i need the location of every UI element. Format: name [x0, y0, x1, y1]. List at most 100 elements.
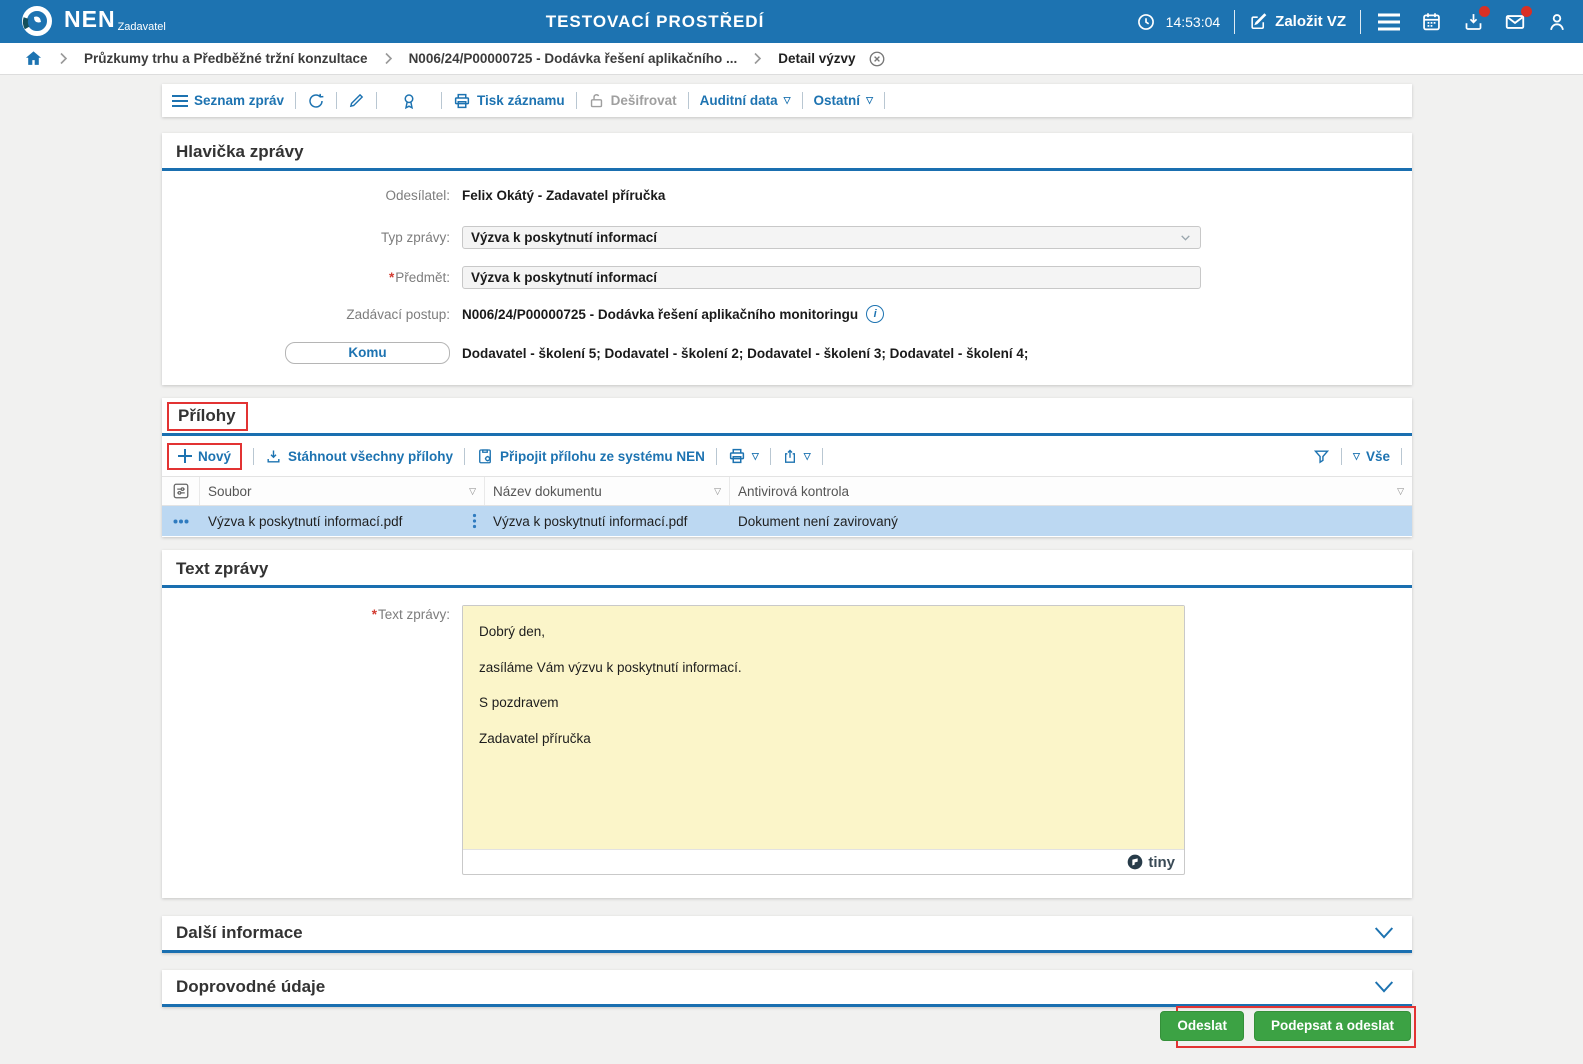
dalsi-informace-section: Další informace	[162, 916, 1412, 953]
app-header: NEN Zadavatel TESTOVACÍ PROSTŘEDÍ 14:53:…	[0, 0, 1583, 43]
field-odesilatel: Odesílatel: Felix Okátý - Zadavatel přír…	[385, 188, 666, 203]
inbox-downloads-icon[interactable]	[1459, 5, 1490, 36]
section-rule	[162, 950, 1412, 953]
view-filter-vse[interactable]: ▽ Vše	[1353, 449, 1390, 464]
clipboard-gear-icon	[476, 447, 494, 465]
home-icon[interactable]	[24, 49, 43, 68]
cell-nazev: Výzva k poskytnutí informací.pdf	[493, 513, 688, 529]
nen-logo[interactable]: NEN Zadavatel	[20, 4, 166, 38]
typ-zpravy-select[interactable]: Výzva k poskytnutí informací	[462, 226, 1201, 249]
plus-icon	[178, 449, 192, 463]
toolbar-divider	[883, 92, 885, 109]
calendar-icon[interactable]	[1417, 8, 1445, 36]
list-icon	[172, 94, 188, 107]
section-rule	[162, 168, 1412, 171]
odesilatel-value: Felix Okátý - Zadavatel příručka	[462, 188, 666, 203]
decrypt-button[interactable]: Dešifrovat	[588, 92, 677, 109]
attachment-row[interactable]: Výzva k poskytnutí informací.pdf Výzva k…	[162, 506, 1412, 536]
attachments-section: Přílohy Nový Stáhnout všechny přílohy Př…	[162, 398, 1412, 537]
dropdown-triangle-icon: ▽	[1353, 450, 1360, 461]
nen-logo-icon	[20, 4, 54, 38]
toolbar-divider	[336, 92, 338, 109]
notification-badge	[1479, 5, 1490, 17]
download-all-attachments-button[interactable]: Stáhnout všechny přílohy	[265, 448, 453, 465]
dalsi-informace-header[interactable]: Další informace	[162, 916, 1412, 950]
cell-soubor: Výzva k poskytnutí informací.pdf	[200, 506, 485, 536]
column-filter-icon[interactable]: ▽	[1397, 486, 1404, 496]
ostatni-menu[interactable]: Ostatní ▽	[814, 93, 873, 108]
environment-title: TESTOVACÍ PROSTŘEDÍ	[545, 12, 765, 31]
field-komu: Komu Dodavatel - školení 5; Dodavatel - …	[162, 342, 1412, 364]
edit-icon[interactable]	[348, 92, 365, 109]
certificate-icon[interactable]	[400, 92, 418, 110]
message-text-section: Text zprávy *Text zprávy: Dobrý den, zas…	[162, 550, 1412, 898]
editor-footer: tiny	[463, 849, 1184, 874]
toolbar-divider	[575, 92, 577, 109]
mail-icon[interactable]	[1501, 5, 1532, 36]
audit-data-menu[interactable]: Auditní data ▽	[700, 93, 791, 108]
column-filter-icon[interactable]: ▽	[714, 486, 721, 496]
dropdown-triangle-icon: ▽	[783, 95, 791, 105]
komu-button[interactable]: Komu	[285, 342, 450, 364]
print-attachments-menu[interactable]: ▽	[728, 447, 759, 465]
chevron-down-icon[interactable]	[1374, 980, 1394, 994]
attachments-table-header: Soubor ▽ Název dokumentu ▽ Antivirová ko…	[162, 476, 1412, 506]
toolbar-divider	[1401, 447, 1402, 465]
share-icon	[782, 448, 798, 465]
brand-subtitle: Zadavatel	[117, 21, 166, 33]
info-icon[interactable]: i	[866, 305, 885, 323]
breadcrumb: Průzkumy trhu a Předběžné tržní konzulta…	[0, 43, 1583, 75]
toolbar-divider	[253, 447, 255, 465]
printer-icon	[728, 447, 746, 465]
message-toolbar: Seznam zpráv Tisk záznamu Dešifrovat Aud…	[162, 84, 1412, 117]
field-zadavaci-postup: Zadávací postup: N006/24/P00000725 - Dod…	[162, 305, 1412, 323]
filter-icon[interactable]	[1313, 448, 1330, 465]
tiny-logo-icon	[1127, 854, 1143, 870]
seznam-zprav-button[interactable]: Seznam zpráv	[172, 93, 284, 108]
toolbar-divider	[376, 92, 378, 109]
column-settings-icon[interactable]	[162, 477, 200, 505]
breadcrumb-item-pruzkumy[interactable]: Průzkumy trhu a Předběžné tržní konzulta…	[84, 51, 368, 66]
new-attachment-button[interactable]: Nový	[167, 442, 243, 470]
column-filter-icon[interactable]: ▽	[469, 486, 476, 496]
chevron-down-icon	[1179, 231, 1192, 244]
podepsat-a-odeslat-button[interactable]: Podepsat a odeslat	[1253, 1011, 1411, 1041]
create-vz-button[interactable]: Založit VZ	[1249, 12, 1346, 31]
chevron-down-icon[interactable]	[1374, 926, 1394, 940]
field-typ-zpravy: Typ zprávy: Výzva k poskytnutí informací	[162, 226, 1412, 249]
section-rule	[162, 585, 1412, 588]
dropdown-triangle-icon: ▽	[803, 450, 811, 461]
menu-icon[interactable]	[1375, 8, 1403, 36]
message-header-section: Hlavička zprávy Odesílatel: Felix Okátý …	[162, 133, 1412, 385]
doprovodne-udaje-header[interactable]: Doprovodné údaje	[162, 970, 1412, 1004]
toolbar-divider	[687, 92, 689, 109]
print-record-button[interactable]: Tisk záznamu	[453, 92, 565, 110]
predmet-input[interactable]	[462, 266, 1201, 289]
breadcrumb-item-detail-vyzvy: Detail výzvy	[778, 51, 856, 66]
printer-icon	[453, 92, 471, 110]
field-predmet: *Předmět:	[162, 266, 1412, 289]
toolbar-divider	[464, 447, 466, 465]
chevron-right-icon	[384, 52, 393, 65]
attach-from-nen-button[interactable]: Připojit přílohu ze systému NEN	[476, 447, 705, 465]
section-title-hlavicka: Hlavička zprávy	[176, 142, 304, 161]
odeslat-button[interactable]: Odeslat	[1160, 1011, 1244, 1041]
column-header-soubor[interactable]: Soubor ▽	[200, 477, 485, 505]
export-attachments-menu[interactable]: ▽	[782, 448, 811, 465]
tiny-brand[interactable]: tiny	[1148, 854, 1175, 871]
message-text-input[interactable]: Dobrý den, zasíláme Vám výzvu k poskytnu…	[463, 606, 1184, 849]
refresh-icon[interactable]	[307, 92, 325, 110]
download-icon	[265, 448, 282, 465]
breadcrumb-item-procedure[interactable]: N006/24/P00000725 - Dodávka řešení aplik…	[409, 51, 738, 66]
dropdown-triangle-icon: ▽	[751, 450, 759, 461]
column-header-nazev[interactable]: Název dokumentu ▽	[485, 477, 730, 505]
header-divider	[1360, 9, 1361, 34]
header-divider	[1234, 9, 1236, 34]
row-menu-icon[interactable]	[162, 506, 200, 536]
user-icon[interactable]	[1543, 8, 1571, 36]
drag-handle-icon[interactable]	[472, 513, 477, 529]
toolbar-divider	[769, 447, 771, 465]
section-title-prilohy: Přílohy	[167, 402, 248, 431]
column-header-antivir[interactable]: Antivirová kontrola ▽	[730, 477, 1412, 505]
close-tab-icon[interactable]	[868, 50, 886, 68]
